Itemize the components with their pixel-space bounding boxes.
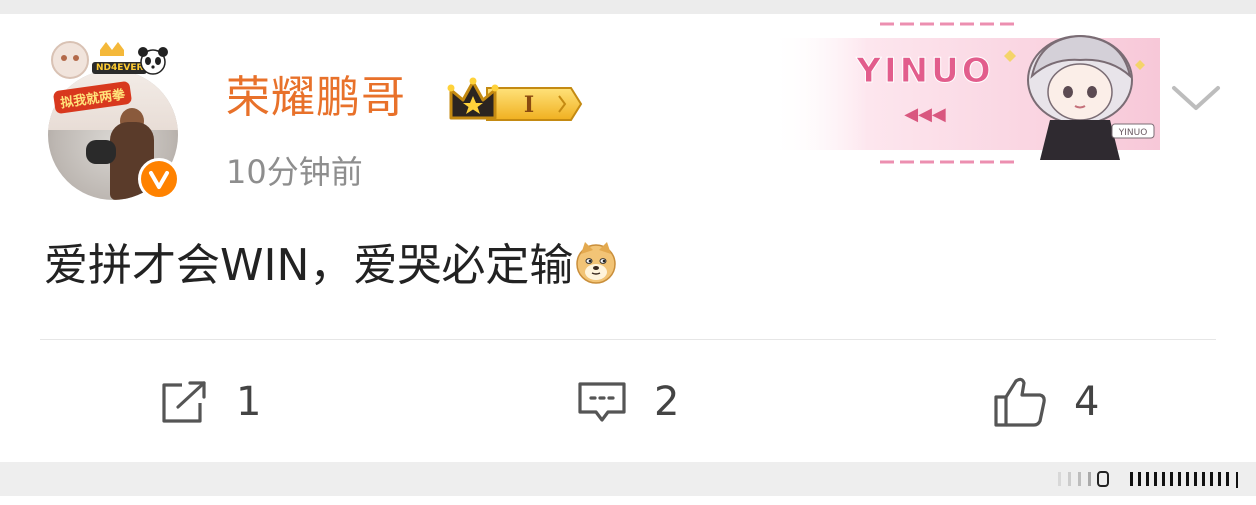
vip-level: I bbox=[524, 92, 534, 118]
comment-icon bbox=[578, 382, 626, 422]
comment-count: 2 bbox=[654, 379, 680, 425]
deco-yinuo-text: YINUO bbox=[855, 51, 993, 91]
card-decoration: YINUO ◀◀◀ YINUO bbox=[770, 22, 1160, 164]
post-timestamp: 10分钟前 bbox=[226, 153, 363, 191]
panda-icon bbox=[138, 47, 168, 75]
thumbs-up-icon bbox=[994, 377, 1046, 427]
vip-crown-badge[interactable]: I bbox=[447, 74, 583, 126]
scroll-indicator-bars bbox=[1050, 470, 1250, 488]
boxing-glove-icon bbox=[86, 140, 116, 164]
share-count: 1 bbox=[236, 379, 262, 425]
username[interactable]: 荣耀鹏哥 bbox=[226, 72, 406, 124]
share-button[interactable]: 1 bbox=[158, 372, 261, 432]
check-v-icon bbox=[149, 171, 169, 189]
post-content: 爱拼才会WIN，爱哭必定输 bbox=[44, 236, 619, 296]
top-separator bbox=[0, 0, 1256, 14]
chevron-down-icon[interactable] bbox=[1170, 80, 1222, 114]
next-card-edge bbox=[0, 496, 1256, 505]
verified-badge bbox=[138, 158, 180, 200]
deco-mini-label: YINUO bbox=[1118, 128, 1148, 138]
divider bbox=[40, 339, 1216, 340]
post-content-text: 爱拼才会WIN，爱哭必定输 bbox=[44, 240, 574, 291]
like-count: 4 bbox=[1074, 379, 1100, 425]
like-button[interactable]: 4 bbox=[992, 372, 1099, 432]
deco-arrows: ◀◀◀ bbox=[904, 104, 946, 125]
doge-emoji-icon bbox=[576, 242, 617, 284]
comment-button[interactable]: 2 bbox=[576, 372, 679, 432]
share-icon bbox=[162, 381, 206, 423]
